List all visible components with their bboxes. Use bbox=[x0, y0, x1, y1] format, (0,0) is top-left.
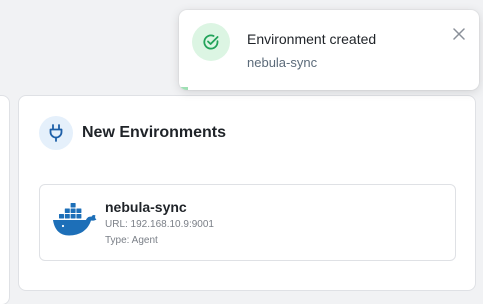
environment-type: Type: Agent bbox=[105, 235, 158, 246]
toast-title: Environment created bbox=[247, 31, 377, 47]
new-environments-card: New Environments nebula-sync URL: 192.16… bbox=[18, 95, 476, 291]
toast-message: nebula-sync bbox=[247, 55, 318, 70]
success-toast: Environment created nebula-sync bbox=[179, 10, 479, 90]
left-panel-card bbox=[0, 95, 10, 304]
check-circle-icon bbox=[192, 23, 230, 61]
close-icon[interactable] bbox=[451, 26, 467, 42]
toast-progress-bar bbox=[179, 87, 188, 90]
card-title: New Environments bbox=[82, 124, 227, 141]
docker-icon bbox=[52, 203, 98, 242]
app-stage: New Environments nebula-sync URL: 192.16… bbox=[0, 0, 483, 304]
environment-name: nebula-sync bbox=[105, 199, 187, 215]
environment-item[interactable]: nebula-sync URL: 192.168.10.9:9001 Type:… bbox=[39, 184, 456, 261]
card-header: New Environments bbox=[39, 116, 226, 150]
environment-url: URL: 192.168.10.9:9001 bbox=[105, 219, 214, 230]
plug-icon bbox=[39, 116, 73, 150]
